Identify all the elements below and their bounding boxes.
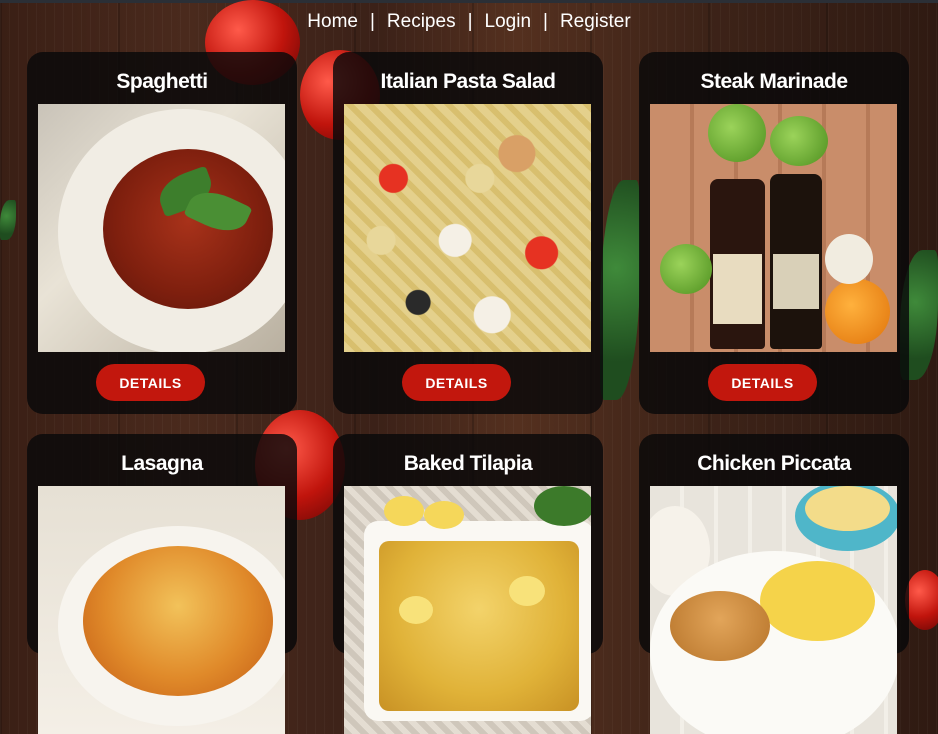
recipe-photo[interactable] — [38, 104, 285, 352]
details-button[interactable]: DETAILS — [96, 364, 205, 401]
recipe-photo[interactable] — [38, 486, 285, 734]
top-bar — [0, 0, 938, 3]
recipe-card: Italian Pasta Salad DETAILS — [333, 52, 603, 414]
recipe-photo[interactable] — [344, 486, 591, 734]
recipe-photo[interactable] — [650, 486, 897, 734]
nav-separator: | — [467, 11, 473, 32]
recipe-photo[interactable] — [344, 104, 591, 352]
recipe-title: Lasagna — [121, 452, 203, 475]
nav-home-link[interactable]: Home — [307, 11, 358, 32]
recipe-title: Baked Tilapia — [403, 452, 533, 475]
recipe-title: Steak Marinade — [700, 70, 848, 93]
main-nav: Home | Recipes | Login | Register — [0, 10, 938, 34]
recipe-photo[interactable] — [650, 104, 897, 352]
nav-recipes-link[interactable]: Recipes — [387, 11, 456, 32]
background-tomato — [905, 570, 938, 630]
nav-separator: | — [369, 11, 375, 32]
details-button[interactable]: DETAILS — [402, 364, 511, 401]
recipe-title: Italian Pasta Salad — [380, 70, 556, 93]
details-button[interactable]: DETAILS — [708, 364, 817, 401]
nav-login-link[interactable]: Login — [485, 11, 532, 32]
recipe-card: Lasagna — [27, 434, 297, 734]
recipe-title: Spaghetti — [116, 70, 208, 93]
background-leaf — [0, 200, 16, 240]
recipe-card: Chicken Piccata — [639, 434, 909, 734]
recipe-card: Spaghetti DETAILS — [27, 52, 297, 414]
recipe-title: Chicken Piccata — [697, 452, 851, 475]
recipe-card: Baked Tilapia — [333, 434, 603, 734]
nav-register-link[interactable]: Register — [560, 11, 631, 32]
nav-separator: | — [543, 11, 548, 32]
background-leaf — [600, 180, 640, 400]
recipe-card: Steak Marinade DETAILS — [639, 52, 909, 414]
